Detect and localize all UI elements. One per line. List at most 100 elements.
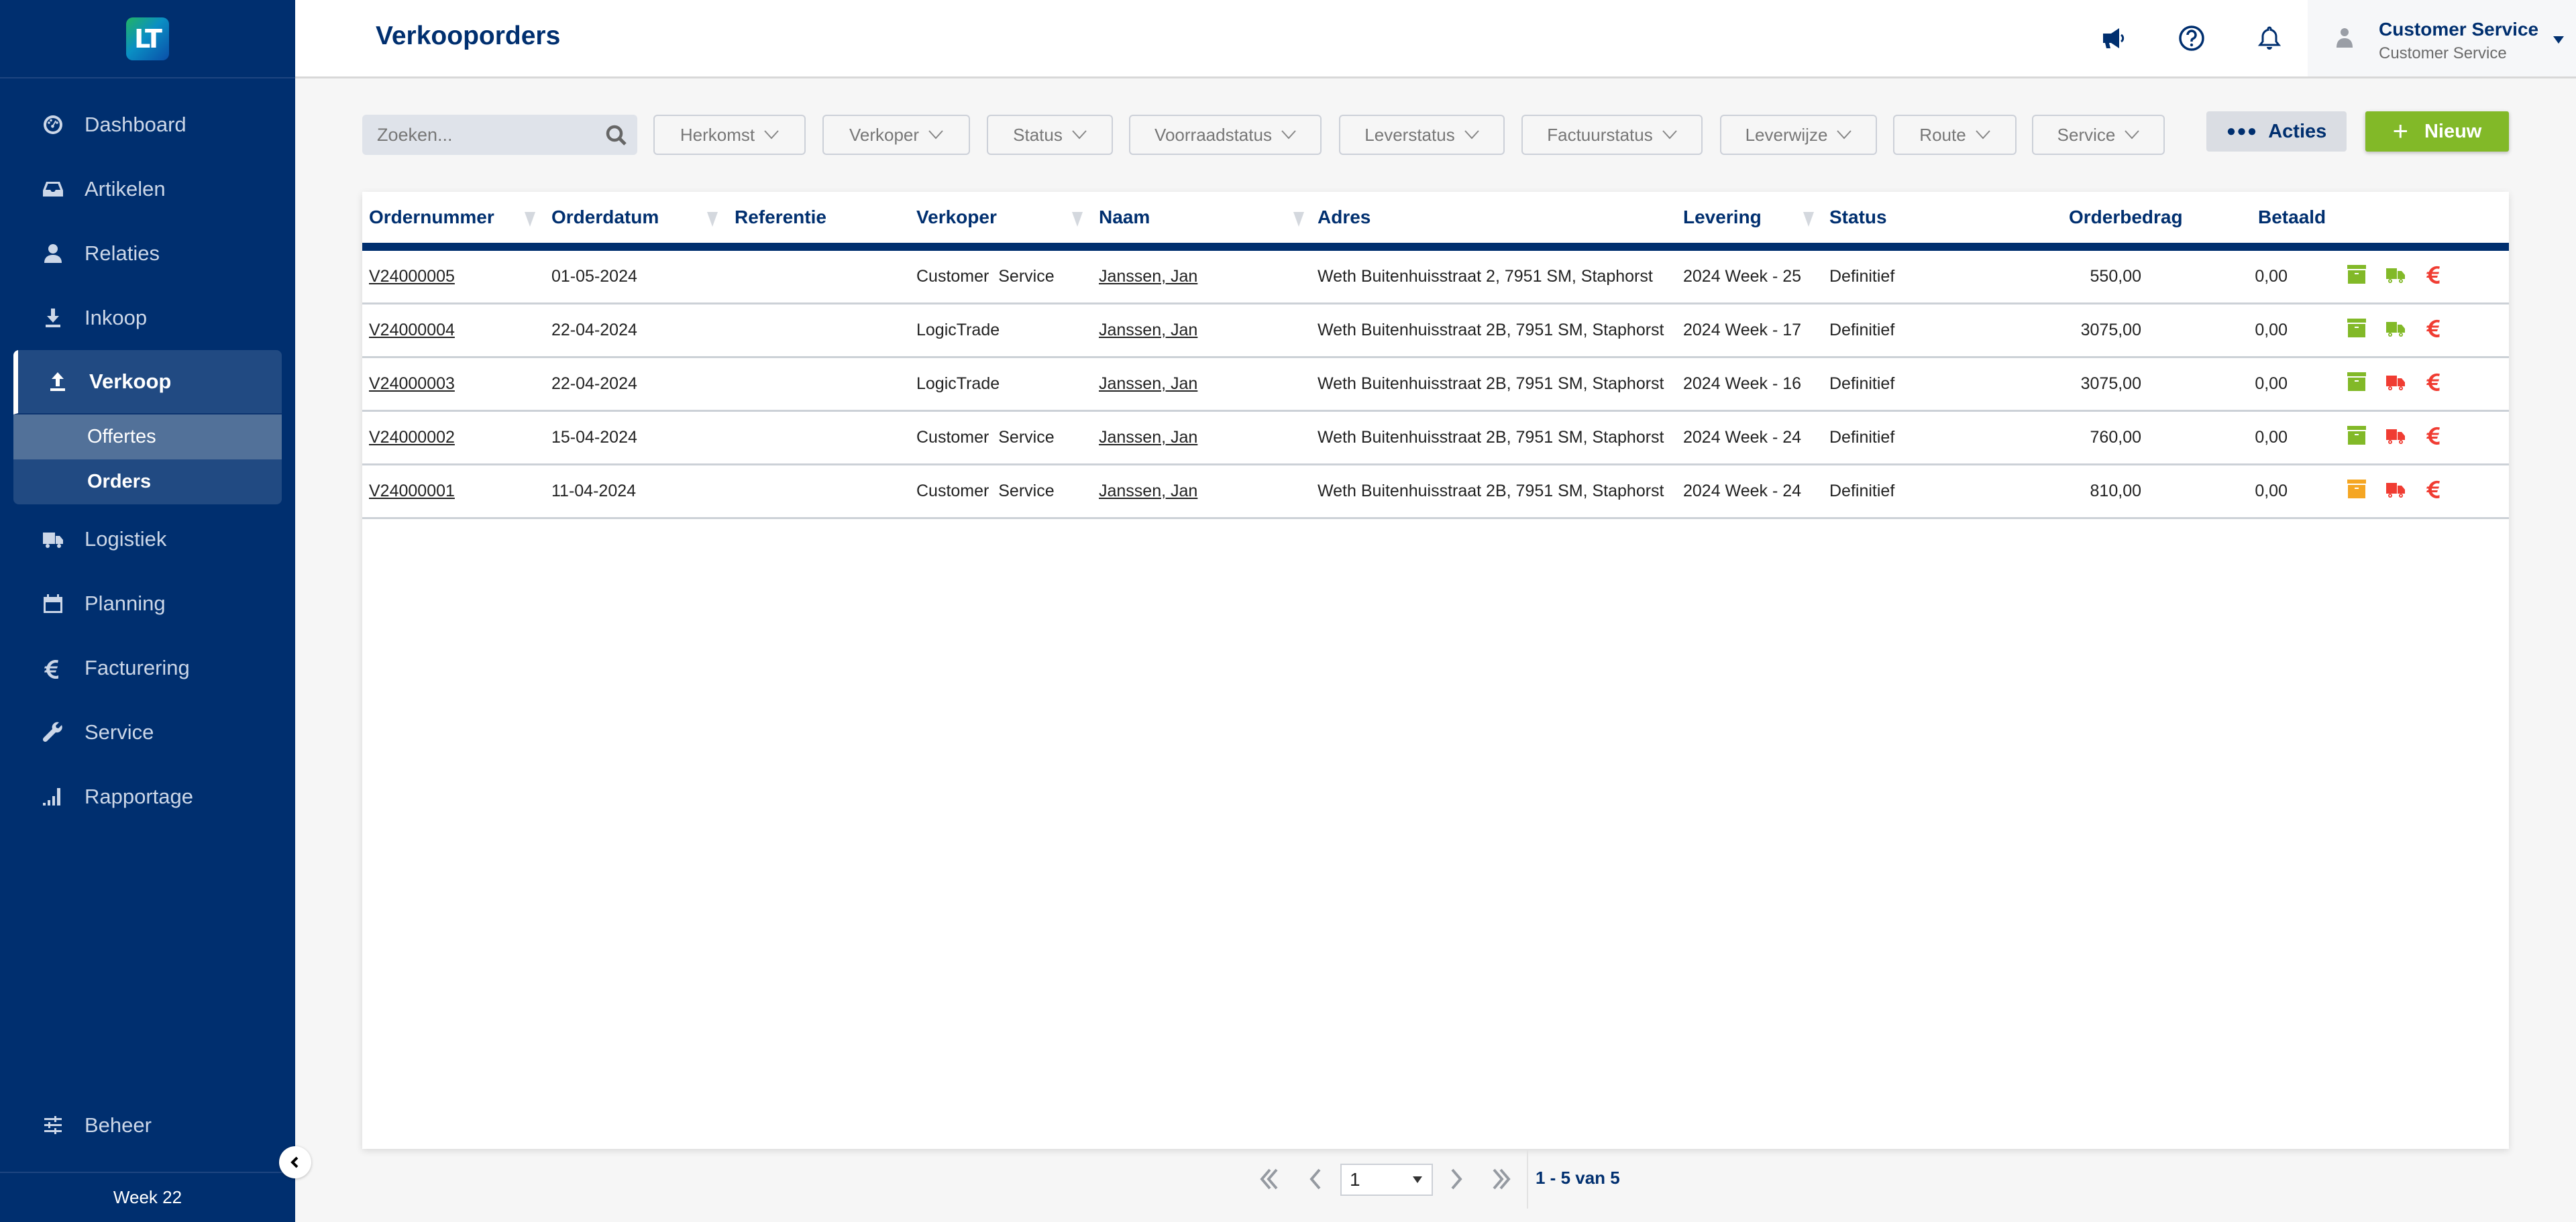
next-page-icon[interactable] [1441, 1164, 1470, 1194]
delivery-status-icon[interactable] [2385, 372, 2406, 392]
notifications-button[interactable] [2254, 23, 2285, 54]
col-header-naam[interactable]: Naam [1099, 207, 1150, 228]
user-menu[interactable]: Customer Service Customer Service [2308, 0, 2576, 76]
col-header-betaald[interactable]: Betaald [2258, 207, 2326, 228]
sidebar-item-logistiek[interactable]: Logistiek [0, 507, 295, 571]
signal-bars-icon [42, 785, 64, 808]
filter-status[interactable]: Status [987, 115, 1113, 155]
invoice-status-icon[interactable] [2424, 318, 2445, 338]
order-amount: 3075,00 [2080, 321, 2141, 339]
order-number-link[interactable]: V24000005 [369, 267, 455, 286]
sidebar-item-inkoop[interactable]: Inkoop [0, 286, 295, 350]
last-page-icon[interactable] [1486, 1164, 1515, 1194]
pagination-info: 1 - 5 van 5 [1536, 1168, 1620, 1188]
announcements-button[interactable] [2099, 23, 2130, 54]
chevron-down-icon [2125, 130, 2140, 140]
sort-icon[interactable] [1803, 212, 1814, 227]
upload-icon [46, 370, 69, 393]
col-header-referentie[interactable]: Referentie [735, 207, 826, 228]
sort-icon[interactable] [1293, 212, 1304, 227]
search-icon[interactable] [605, 124, 628, 147]
invoice-status-icon[interactable] [2424, 264, 2445, 284]
app-logo[interactable]: LT [126, 17, 169, 60]
filter-verkoper[interactable]: Verkoper [822, 115, 970, 155]
filter-leverwijze[interactable]: Leverwijze [1720, 115, 1877, 155]
stock-status-icon[interactable] [2347, 318, 2367, 338]
first-page-icon[interactable] [1255, 1164, 1285, 1194]
sidebar-item-dashboard[interactable]: Dashboard [0, 93, 295, 157]
invoice-status-icon[interactable] [2424, 425, 2445, 445]
filter-voorraadstatus[interactable]: Voorraadstatus [1129, 115, 1322, 155]
order-number-link[interactable]: V24000003 [369, 374, 455, 394]
table-row[interactable]: V24000004 22-04-2024 LogicTrade Janssen,… [362, 304, 2509, 358]
sort-icon[interactable] [1072, 212, 1083, 227]
truck-icon [42, 528, 64, 551]
filter-factuurstatus[interactable]: Factuurstatus [1521, 115, 1703, 155]
customer-name-link[interactable]: Janssen, Jan [1099, 267, 1197, 286]
order-number-link[interactable]: V24000002 [369, 428, 455, 447]
page-select[interactable]: 1 [1340, 1164, 1433, 1196]
col-header-orderdatum[interactable]: Orderdatum [551, 207, 659, 228]
customer-name-link[interactable]: Janssen, Jan [1099, 428, 1197, 447]
col-header-verkoper[interactable]: Verkoper [916, 207, 997, 228]
table-row[interactable]: V24000001 11-04-2024 Customer Service Ja… [362, 465, 2509, 519]
help-button[interactable] [2176, 23, 2207, 54]
stock-status-icon[interactable] [2347, 264, 2367, 284]
filter-label: Route [1919, 124, 1966, 145]
sidebar-subitem-orders[interactable]: Orders [13, 459, 282, 504]
chevron-down-icon [764, 130, 779, 140]
new-order-button[interactable]: + Nieuw [2365, 111, 2509, 152]
sort-icon[interactable] [525, 212, 535, 227]
filter-route[interactable]: Route [1893, 115, 2017, 155]
stock-status-icon[interactable] [2347, 425, 2367, 445]
sidebar-item-service[interactable]: Service [0, 700, 295, 765]
sidebar-item-label: Dashboard [85, 113, 186, 136]
page-select-value: 1 [1350, 1169, 1360, 1190]
sidebar-item-rapportage[interactable]: Rapportage [0, 765, 295, 829]
actions-button[interactable]: ●●● Acties [2206, 111, 2347, 152]
sidebar-item-relaties[interactable]: Relaties [0, 221, 295, 286]
filter-herkomst[interactable]: Herkomst [653, 115, 806, 155]
sort-icon[interactable] [707, 212, 718, 227]
col-header-status[interactable]: Status [1829, 207, 1887, 228]
customer-name-link[interactable]: Janssen, Jan [1099, 321, 1197, 340]
col-header-ordernummer[interactable]: Ordernummer [369, 207, 494, 228]
col-header-adres[interactable]: Adres [1318, 207, 1371, 228]
order-number-link[interactable]: V24000001 [369, 482, 455, 501]
delivery-status-icon[interactable] [2385, 318, 2406, 338]
sidebar-subitem-offertes[interactable]: Offertes [13, 414, 282, 459]
logo-area: LT [0, 0, 295, 78]
table-row[interactable]: V24000002 15-04-2024 Customer Service Ja… [362, 412, 2509, 465]
filter-label: Service [2057, 124, 2116, 145]
search-input[interactable] [362, 115, 590, 155]
sidebar-item-beheer[interactable]: Beheer [0, 1093, 295, 1158]
table-row[interactable]: V24000003 22-04-2024 LogicTrade Janssen,… [362, 358, 2509, 412]
invoice-status-icon[interactable] [2424, 479, 2445, 499]
col-header-levering[interactable]: Levering [1683, 207, 1762, 228]
sidebar-item-verkoop[interactable]: Verkoop [13, 350, 282, 414]
sliders-icon [42, 1114, 64, 1137]
col-header-orderbedrag[interactable]: Orderbedrag [2069, 207, 2183, 228]
delivery-status-icon[interactable] [2385, 479, 2406, 499]
delivery-status-icon[interactable] [2385, 264, 2406, 284]
sidebar-item-artikelen[interactable]: Artikelen [0, 157, 295, 221]
filter-service[interactable]: Service [2032, 115, 2165, 155]
order-number-link[interactable]: V24000004 [369, 321, 455, 340]
customer-name-link[interactable]: Janssen, Jan [1099, 482, 1197, 501]
chevron-down-icon [1072, 130, 1087, 140]
invoice-status-icon[interactable] [2424, 372, 2445, 392]
delivery-status-icon[interactable] [2385, 425, 2406, 445]
sidebar-item-facturering[interactable]: Facturering [0, 636, 295, 700]
sidebar-item-planning[interactable]: Planning [0, 571, 295, 636]
stock-status-icon[interactable] [2347, 372, 2367, 392]
sidebar: LT Dashboard Artikelen Relaties Inkoop V… [0, 0, 295, 1222]
customer-name-link[interactable]: Janssen, Jan [1099, 374, 1197, 394]
stock-status-icon[interactable] [2347, 479, 2367, 499]
collapse-sidebar-button[interactable] [279, 1146, 311, 1178]
bell-icon [2257, 26, 2282, 50]
filter-leverstatus[interactable]: Leverstatus [1339, 115, 1505, 155]
table-row[interactable]: V24000005 01-05-2024 Customer Service Ja… [362, 251, 2509, 304]
prev-page-icon[interactable] [1301, 1164, 1331, 1194]
address: Weth Buitenhuisstraat 2, 7951 SM, Stapho… [1318, 267, 1653, 286]
seller: Customer Service [916, 482, 1055, 500]
